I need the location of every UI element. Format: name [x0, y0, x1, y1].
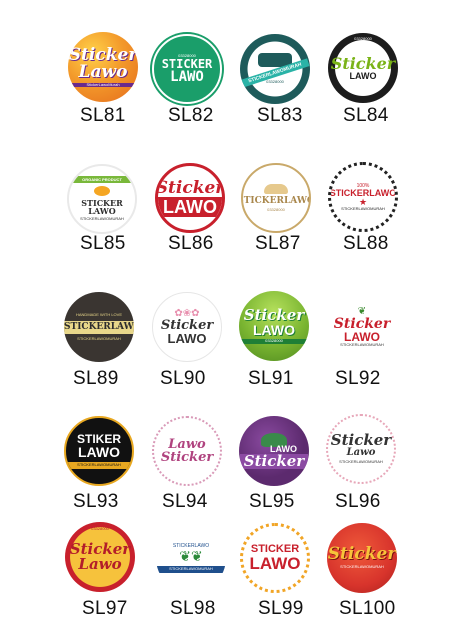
small-text: 03328000: [91, 526, 109, 531]
code-label: SL82: [168, 105, 214, 126]
sticker-sl88: 100% STICKERLAWO ★ STICKERLAWOMURAH: [328, 162, 398, 232]
code-label: SL98: [170, 598, 216, 619]
sticker-sl96: Sticker Lawo STICKERLAWOMURAH: [326, 414, 396, 484]
sticker-sl85: ORGANIC PRODUCT STICKER LAWO STICKERLAWO…: [67, 164, 137, 234]
small-text: 03328000: [354, 36, 372, 41]
brand-text-2: LAWO: [78, 444, 120, 461]
small-text: STICKERLAWOMURAH: [339, 459, 383, 465]
sticker-sl86: Sticker LAWO: [155, 163, 225, 233]
small-text: STICKERLAWOMURAH: [340, 341, 384, 347]
small-text: 03328000: [266, 79, 284, 85]
code-label: SL93: [73, 491, 119, 512]
sticker-sl98: STICKERLAWO ❦❦ STICKERLAWOMURAH: [156, 523, 226, 593]
brand-text: Sticker: [330, 431, 392, 450]
brand-text: Sticker: [155, 177, 225, 198]
tagline-text: ORGANIC PRODUCT: [69, 176, 135, 184]
small-text: STICKERLAWOMURAH: [80, 216, 124, 222]
brand-text-2: Lawo: [78, 555, 122, 573]
sticker-sl92: ❦ Sticker LAWO STICKERLAWOMURAH: [327, 292, 397, 362]
sticker-sl95: LAWO Sticker: [239, 416, 309, 486]
small-text: 03328000: [239, 338, 309, 344]
brand-text: Sticker: [330, 53, 396, 73]
sticker-sl91: Sticker LAWO 03328000: [239, 291, 309, 361]
brand-text-2: LAWO: [349, 70, 377, 81]
sticker-sl89: HANDMADE WITH LOVE STICKERLAWO STICKERLA…: [64, 292, 134, 362]
brand-text: Sticker: [327, 544, 397, 565]
brand-text-2: Sticker: [160, 450, 214, 465]
code-label: SL87: [255, 233, 301, 254]
small-text: StickerLawoMurah: [68, 82, 138, 88]
sticker-sl94: Lawo Sticker: [152, 416, 222, 486]
small-text: STICKERLAWOMURAH: [77, 335, 121, 341]
sticker-sl87: STICKERLAWO 03328000: [241, 163, 311, 233]
brand-text-2: LAWO: [158, 196, 222, 217]
code-label: SL95: [249, 491, 295, 512]
code-label: SL91: [248, 368, 294, 389]
brand-text-2: Lawo: [78, 61, 128, 82]
small-text: STICKERLAWOMURAH: [341, 205, 385, 211]
code-label: SL99: [258, 598, 304, 619]
code-label: SL86: [168, 233, 214, 254]
sticker-sl83: STICKERLAWOMURAH 03328000: [240, 34, 310, 104]
brand-text-2: Sticker: [239, 454, 309, 469]
code-label: SL85: [80, 233, 126, 254]
small-text: 03328000: [267, 206, 285, 212]
brand-text: Sticker: [333, 315, 391, 332]
brand-text-2: LAWO: [170, 69, 204, 86]
small-text: STICKERLAWOMURAH: [66, 462, 132, 469]
sticker-sl82: 03328000 STICKER LAWO: [152, 34, 222, 104]
brand-text-2: Lawo: [346, 447, 376, 459]
code-label: SL94: [162, 491, 208, 512]
small-text: STICKERLAWOMURAH: [156, 566, 226, 573]
bread-icon: [264, 183, 288, 194]
code-label: SL83: [257, 105, 303, 126]
brand-text: STICKER LAWO: [81, 198, 123, 217]
small-text: STICKERLAWOMURAH: [340, 564, 384, 570]
brand-text-2: LAWO: [249, 554, 301, 573]
sticker-sl90: ✿❀✿ Sticker LAWO: [152, 292, 222, 362]
code-label: SL84: [343, 105, 389, 126]
brand-text: STICKERLAWO: [241, 195, 311, 206]
brand-text-2: LAWO: [253, 322, 295, 339]
brand-text: Sticker: [243, 306, 305, 325]
sticker-sl100: Sticker STICKERLAWOMURAH: [327, 523, 397, 593]
leaves-icon: ❦❦: [179, 548, 203, 565]
sticker-sl97: 03328000 Sticker Lawo: [65, 522, 135, 592]
code-label: SL88: [343, 233, 389, 254]
code-label: SL90: [160, 368, 206, 389]
sticker-sl93: STIKER LAWO STICKERLAWOMURAH: [64, 416, 134, 486]
brand-text: STICKERLAWO: [64, 320, 134, 334]
code-label: SL100: [339, 598, 396, 619]
sticker-sl81: Sticker Lawo StickerLawoMurah: [68, 32, 138, 102]
code-label: SL89: [73, 368, 119, 389]
tagline-text: HANDMADE WITH LOVE: [75, 311, 122, 317]
brand-text-2: LAWO: [344, 329, 380, 344]
brand-text-2: LAWO: [167, 331, 207, 346]
code-label: SL96: [335, 491, 381, 512]
sticker-sl84: 03328000 Sticker LAWO: [328, 33, 398, 103]
code-label: SL92: [335, 368, 381, 389]
code-label: SL97: [82, 598, 128, 619]
fruit-icon: [94, 186, 110, 197]
sticker-sl99: STICKER LAWO: [240, 523, 310, 593]
code-label: SL81: [80, 105, 126, 126]
